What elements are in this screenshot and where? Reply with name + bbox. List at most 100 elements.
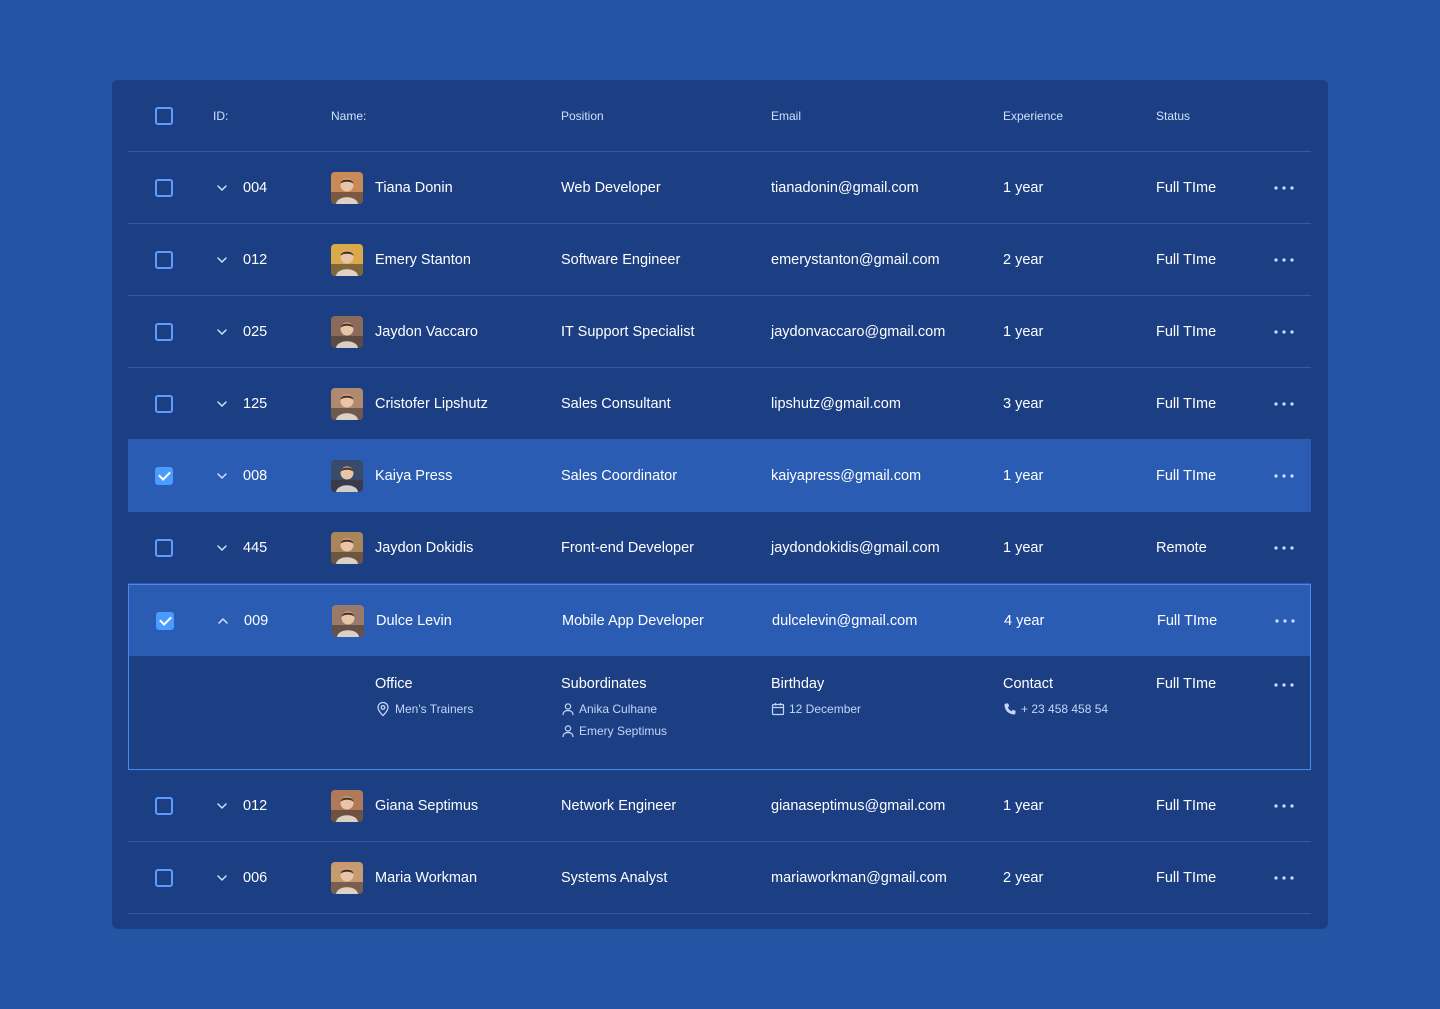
row-checkbox[interactable] <box>155 466 173 485</box>
more-options-icon[interactable] <box>1275 618 1295 623</box>
more-options-icon[interactable] <box>1274 185 1294 190</box>
row-experience: 4 year <box>1004 612 1045 629</box>
row-email: lipshutz@gmail.com <box>771 395 901 412</box>
row-id: 012 <box>243 251 268 268</box>
employee-table: ID: Name: Position Email Experience Stat… <box>128 80 1311 914</box>
more-options-icon[interactable] <box>1274 473 1294 478</box>
row-email: tianadonin@gmail.com <box>771 179 919 196</box>
row-email: kaiyapress@gmail.com <box>771 467 922 484</box>
header-name[interactable]: Name: <box>331 109 366 123</box>
person-photo <box>331 387 363 420</box>
subordinate-name: Emery Septimus <box>579 724 668 738</box>
person-photo <box>331 243 363 276</box>
table-row[interactable]: 009 Dulce Levin Mobile App Developer dul… <box>129 585 1310 656</box>
row-name: Emery Stanton <box>375 251 471 268</box>
row-checkbox[interactable] <box>156 611 174 630</box>
row-experience: 3 year <box>1003 395 1044 412</box>
contact-value-line[interactable]: + 23 458 458 54 <box>1003 698 1108 720</box>
select-all-checkbox[interactable] <box>155 106 173 125</box>
more-options-icon[interactable] <box>1274 683 1294 687</box>
row-position: Software Engineer <box>561 251 681 268</box>
row-position: Sales Coordinator <box>561 467 678 484</box>
chevron-down-icon[interactable] <box>216 470 228 482</box>
detail-status-block: Full TIme <box>1156 676 1216 698</box>
phone-icon <box>1004 703 1016 715</box>
birthday-block: Birthday 12 December <box>771 676 861 720</box>
row-id: 445 <box>243 539 268 556</box>
subordinate-item[interactable]: Anika Culhane <box>561 698 667 720</box>
table-row[interactable]: 025 Jaydon Vaccaro IT Support Specialist ja… <box>128 296 1311 368</box>
header-experience[interactable]: Experience <box>1003 109 1063 123</box>
row-position: Network Engineer <box>561 797 677 814</box>
table-row[interactable]: 004 Tiana Donin Web Developer tianadonin@gm… <box>128 152 1311 224</box>
row-checkbox[interactable] <box>155 538 173 557</box>
table-row[interactable]: 125 Cristofer Lipshutz Sales Consultant lip… <box>128 368 1311 440</box>
person-photo <box>331 789 363 822</box>
table-row[interactable]: 008 Kaiya Press Sales Coordinator kaiyapres… <box>128 440 1311 512</box>
person-photo <box>331 531 363 564</box>
row-email: jaydondokidis@gmail.com <box>771 539 940 556</box>
chevron-up-icon[interactable] <box>217 615 229 627</box>
calendar-icon <box>771 703 785 716</box>
contact-title: Contact <box>1003 676 1053 692</box>
person-photo <box>331 861 363 894</box>
chevron-down-icon[interactable] <box>216 254 228 266</box>
row-experience: 2 year <box>1003 869 1044 886</box>
detail-status: Full TIme <box>1156 676 1217 692</box>
contact-block: Contact + 23 458 458 54 <box>1003 676 1108 720</box>
row-name: Kaiya Press <box>375 467 453 484</box>
office-block: Office Men's Trainers <box>375 676 473 720</box>
header-id[interactable]: ID: <box>213 109 228 123</box>
more-options-icon[interactable] <box>1274 875 1294 880</box>
more-options-icon[interactable] <box>1274 257 1294 262</box>
row-status: Remote <box>1156 539 1207 556</box>
subordinate-item[interactable]: Emery Septimus <box>561 720 667 742</box>
chevron-down-icon[interactable] <box>216 326 228 338</box>
more-options-icon[interactable] <box>1274 401 1294 406</box>
person-photo <box>332 604 364 637</box>
row-status: Full TIme <box>1156 869 1217 886</box>
row-experience: 1 year <box>1003 797 1044 814</box>
office-value-line: Men's Trainers <box>375 698 473 720</box>
expanded-row-container: 009 Dulce Levin Mobile App Developer dul… <box>128 584 1311 770</box>
more-options-icon[interactable] <box>1274 545 1294 550</box>
avatar <box>331 315 363 348</box>
row-name: Giana Septimus <box>375 797 479 814</box>
row-id: 012 <box>243 797 268 814</box>
row-experience: 2 year <box>1003 251 1044 268</box>
chevron-down-icon[interactable] <box>216 542 228 554</box>
table-row[interactable]: 012 Giana Septimus Network Engineer gianase… <box>128 770 1311 842</box>
row-status: Full TIme <box>1156 323 1217 340</box>
row-position: IT Support Specialist <box>561 323 695 340</box>
row-checkbox[interactable] <box>155 796 173 815</box>
row-checkbox[interactable] <box>155 394 173 413</box>
row-checkbox[interactable] <box>155 322 173 341</box>
row-checkbox[interactable] <box>155 868 173 887</box>
row-id: 004 <box>243 179 268 196</box>
birthday-title: Birthday <box>771 676 825 692</box>
chevron-down-icon[interactable] <box>216 398 228 410</box>
more-options-icon[interactable] <box>1274 803 1294 808</box>
row-name: Jaydon Dokidis <box>375 539 474 556</box>
avatar <box>331 387 363 420</box>
row-id: 025 <box>243 323 268 340</box>
row-checkbox[interactable] <box>155 178 173 197</box>
row-experience: 1 year <box>1003 467 1044 484</box>
more-options-icon[interactable] <box>1274 329 1294 334</box>
chevron-down-icon[interactable] <box>216 182 228 194</box>
header-email[interactable]: Email <box>771 109 801 123</box>
avatar <box>332 604 364 637</box>
chevron-down-icon[interactable] <box>216 800 228 812</box>
row-experience: 1 year <box>1003 539 1044 556</box>
header-status[interactable]: Status <box>1156 109 1190 123</box>
row-checkbox[interactable] <box>155 250 173 269</box>
header-position[interactable]: Position <box>561 109 604 123</box>
row-experience: 1 year <box>1003 323 1044 340</box>
row-position: Mobile App Developer <box>562 612 704 629</box>
table-row[interactable]: 012 Emery Stanton Software Engineer emeryst… <box>128 224 1311 296</box>
chevron-down-icon[interactable] <box>216 872 228 884</box>
table-header: ID: Name: Position Email Experience Stat… <box>128 80 1311 152</box>
table-row[interactable]: 006 Maria Workman Systems Analyst mariawork… <box>128 842 1311 914</box>
table-row[interactable]: 445 Jaydon Dokidis Front-end Developer jayd… <box>128 512 1311 584</box>
rows-group: 012 Giana Septimus Network Engineer gianase… <box>128 770 1311 914</box>
